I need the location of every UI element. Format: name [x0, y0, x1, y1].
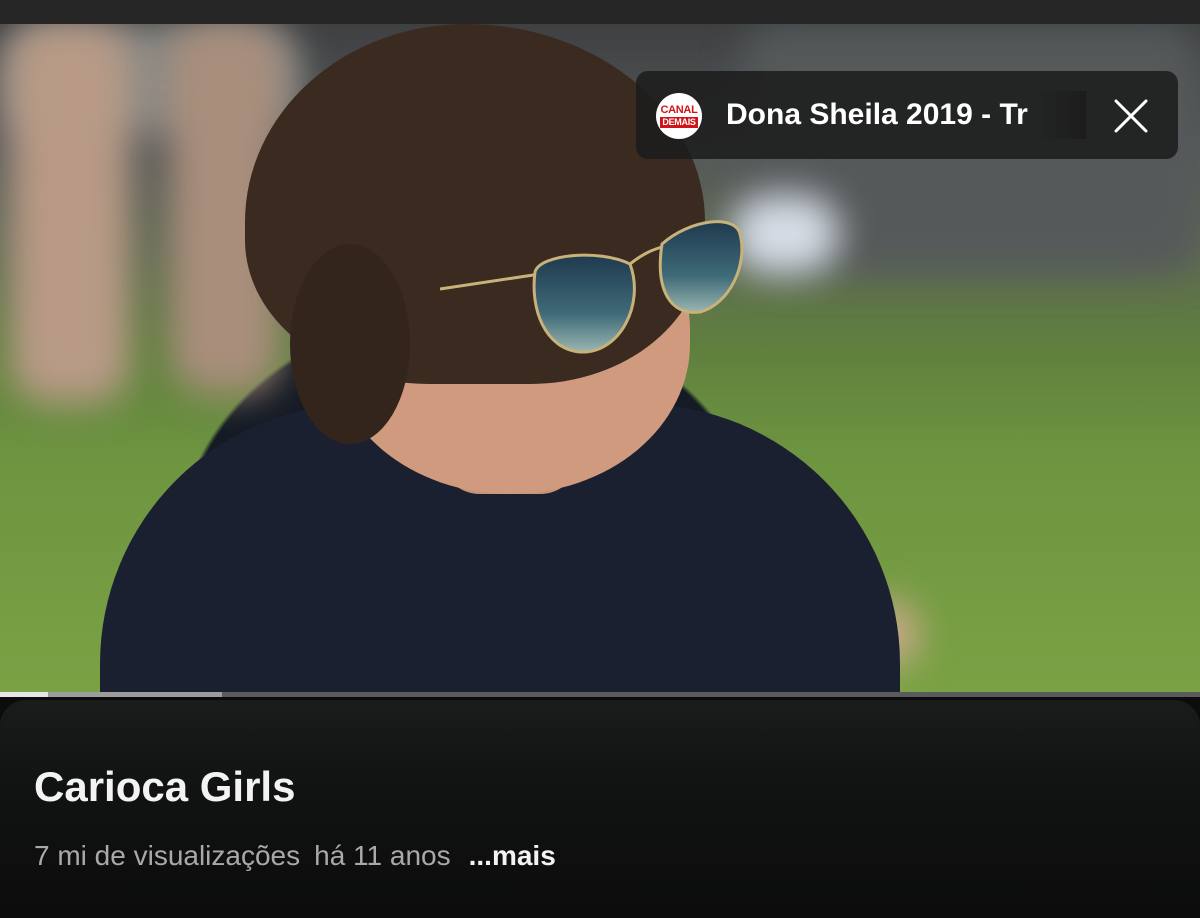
channel-logo-bottom-text: DEMAIS	[660, 116, 698, 128]
video-details-panel: Carioca Girls 7 mi de visualizações há 11…	[0, 700, 1200, 918]
close-icon	[1114, 99, 1148, 133]
video-meta: 7 mi de visualizações há 11 anos ...mais	[34, 838, 556, 874]
title-fade	[1036, 91, 1086, 139]
video-frame[interactable]: CANAL DEMAIS Dona Sheila 2019 - Tr	[0, 24, 1200, 694]
background-leg	[10, 24, 130, 404]
upload-age: há 11 anos	[314, 840, 451, 871]
view-count: 7 mi de visualizações	[34, 840, 301, 871]
suggested-video-title[interactable]: Dona Sheila 2019 - Tr	[726, 97, 1074, 133]
progress-bar[interactable]	[0, 692, 1200, 697]
hair-side	[290, 244, 410, 444]
more-button[interactable]: ...mais	[469, 840, 556, 871]
suggested-video-card[interactable]: CANAL DEMAIS Dona Sheila 2019 - Tr	[636, 71, 1178, 159]
top-status-strip	[0, 0, 1200, 24]
progress-played	[0, 692, 48, 697]
sunglasses	[439, 220, 744, 354]
close-button[interactable]	[1112, 97, 1150, 135]
channel-logo[interactable]: CANAL DEMAIS	[656, 93, 702, 139]
channel-logo-top-text: CANAL	[660, 103, 698, 116]
video-title[interactable]: Carioca Girls	[34, 762, 295, 812]
